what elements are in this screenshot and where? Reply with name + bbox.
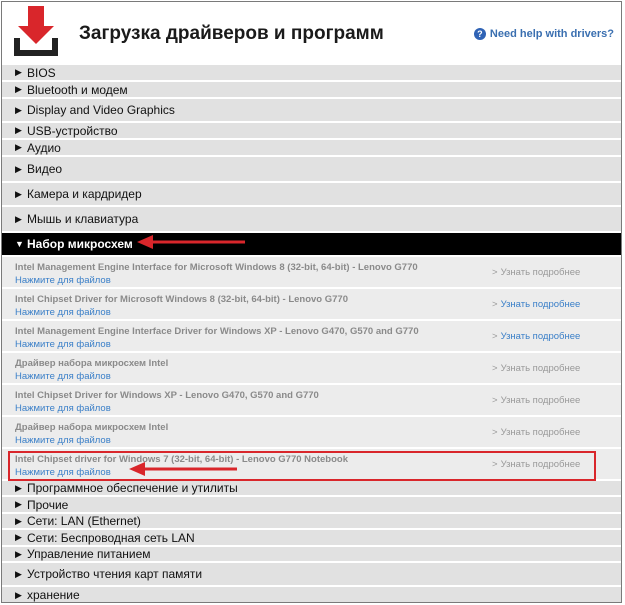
driver-item: Драйвер набора микросхем Intel Нажмите д… (2, 353, 621, 385)
learn-more-link[interactable]: > Узнать подробнее (492, 427, 580, 438)
category-label: Управление питанием (27, 547, 151, 561)
category-storage[interactable]: ▶ хранение (2, 587, 621, 602)
category-usb-device[interactable]: ▶ USB-устройство (2, 123, 621, 140)
chevron-right-icon: > (492, 395, 498, 406)
category-chipset-open[interactable]: ▼ Набор микросхем (2, 233, 621, 257)
driver-name: Intel Chipset Driver for Windows XP - Le… (15, 390, 319, 401)
chevron-right-icon: > (492, 299, 498, 310)
category-label: Устройство чтения карт памяти (27, 567, 203, 581)
driver-item: Драйвер набора микросхем Intel Нажмите д… (2, 417, 621, 449)
category-label: Набор микросхем (27, 237, 133, 251)
category-label: USB-устройство (27, 123, 118, 138)
learn-more-link[interactable]: > Узнать подробнее (492, 299, 580, 310)
expand-arrow-icon: ▶ (15, 67, 22, 77)
driver-name: Intel Chipset driver for Windows 7 (32-b… (15, 454, 348, 465)
collapse-arrow-icon: ▼ (15, 239, 24, 249)
expand-arrow-icon: ▶ (15, 84, 22, 94)
files-link[interactable]: Нажмите для файлов (15, 307, 111, 318)
expand-arrow-icon: ▶ (15, 532, 22, 542)
expand-arrow-icon: ▶ (15, 499, 22, 509)
learn-more-link[interactable]: > Узнать подробнее (492, 267, 580, 278)
chevron-right-icon: > (492, 427, 498, 438)
help-link-label: Need help with drivers? (489, 28, 614, 40)
expand-arrow-icon: ▶ (15, 125, 22, 135)
category-bios[interactable]: ▶ BIOS (2, 65, 621, 82)
learn-more-label: Узнать подробнее (500, 299, 581, 310)
category-label: Сети: Беспроводная сеть LAN (27, 530, 195, 545)
driver-name: Intel Management Engine Interface for Mi… (15, 262, 418, 273)
category-label: Bluetooth и модем (27, 82, 128, 97)
category-mouse-keyboard[interactable]: ▶ Мышь и клавиатура (2, 207, 621, 233)
driver-item: Intel Management Engine Interface for Mi… (2, 257, 621, 289)
learn-more-label: Узнать подробнее (500, 459, 581, 470)
learn-more-link[interactable]: > Узнать подробнее (492, 395, 580, 406)
chevron-right-icon: > (492, 267, 498, 278)
category-label: Камера и кардридер (27, 187, 142, 201)
category-label: Display and Video Graphics (27, 103, 175, 117)
category-wireless-lan[interactable]: ▶ Сети: Беспроводная сеть LAN (2, 530, 621, 547)
learn-more-link[interactable]: > Узнать подробнее (492, 331, 580, 342)
files-link[interactable]: Нажмите для файлов (15, 371, 111, 382)
expand-arrow-icon: ▶ (15, 482, 22, 493)
category-label: Аудио (27, 140, 61, 155)
expand-arrow-icon: ▶ (15, 163, 22, 174)
learn-more-label: Узнать подробнее (500, 267, 581, 278)
driver-name: Intel Management Engine Interface Driver… (15, 326, 419, 337)
expand-arrow-icon: ▶ (15, 213, 22, 224)
files-link[interactable]: Нажмите для файлов (15, 467, 111, 478)
question-icon: ? (473, 28, 486, 40)
files-link[interactable]: Нажмите для файлов (15, 403, 111, 414)
category-power-management[interactable]: ▶ Управление питанием (2, 547, 621, 563)
learn-more-label: Узнать подробнее (500, 427, 581, 438)
category-label: BIOS (27, 65, 56, 80)
page-title: Загрузка драйверов и программ (79, 23, 384, 44)
driver-category-list: ▶ BIOS ▶ Bluetooth и модем ▶ Display and Vi… (2, 65, 621, 602)
expand-arrow-icon: ▶ (15, 568, 22, 579)
category-lan-ethernet[interactable]: ▶ Сети: LAN (Ethernet) (2, 514, 621, 530)
category-label: хранение (27, 588, 80, 602)
category-label: Прочие (27, 497, 69, 512)
category-software-utilities[interactable]: ▶ Программное обеспечение и утилиты (2, 481, 621, 497)
category-other[interactable]: ▶ Прочие (2, 497, 621, 514)
chevron-right-icon: > (492, 459, 498, 470)
learn-more-link[interactable]: > Узнать подробнее (492, 459, 580, 470)
category-video[interactable]: ▶ Видео (2, 157, 621, 183)
files-link[interactable]: Нажмите для файлов (15, 339, 111, 350)
driver-item: Intel Chipset Driver for Microsoft Windo… (2, 289, 621, 321)
category-audio[interactable]: ▶ Аудио (2, 140, 621, 157)
driver-item-highlighted: Intel Chipset driver for Windows 7 (32-b… (2, 449, 621, 481)
learn-more-label: Узнать подробнее (500, 363, 581, 374)
expand-arrow-icon: ▶ (15, 104, 22, 115)
chevron-right-icon: > (492, 331, 498, 342)
category-label: Видео (27, 162, 63, 176)
learn-more-label: Узнать подробнее (500, 331, 581, 342)
expand-arrow-icon: ▶ (15, 548, 22, 559)
learn-more-link[interactable]: > Узнать подробнее (492, 363, 580, 374)
download-icon (14, 6, 58, 56)
learn-more-label: Узнать подробнее (500, 395, 581, 406)
driver-item: Intel Management Engine Interface Driver… (2, 321, 621, 353)
expand-arrow-icon: ▶ (15, 142, 22, 152)
expand-arrow-icon: ▶ (15, 589, 22, 600)
category-label: Программное обеспечение и утилиты (27, 481, 238, 495)
expand-arrow-icon: ▶ (15, 515, 22, 526)
files-link[interactable]: Нажмите для файлов (15, 275, 111, 286)
header: Загрузка драйверов и программ ? Need hel… (2, 2, 621, 65)
category-display-video-graphics[interactable]: ▶ Display and Video Graphics (2, 99, 621, 123)
driver-download-panel: Загрузка драйверов и программ ? Need hel… (1, 1, 622, 603)
category-label: Сети: LAN (Ethernet) (27, 514, 141, 528)
expand-arrow-icon: ▶ (15, 188, 22, 199)
category-label: Мышь и клавиатура (27, 212, 139, 226)
driver-item: Intel Chipset Driver for Windows XP - Le… (2, 385, 621, 417)
category-camera-cardreader[interactable]: ▶ Камера и кардридер (2, 183, 621, 207)
driver-name: Драйвер набора микросхем Intel (15, 422, 169, 433)
driver-name: Intel Chipset Driver for Microsoft Windo… (15, 294, 348, 305)
chevron-right-icon: > (492, 363, 498, 374)
category-bluetooth-modem[interactable]: ▶ Bluetooth и модем (2, 82, 621, 99)
driver-name: Драйвер набора микросхем Intel (15, 358, 169, 369)
help-link[interactable]: ? Need help with drivers? (473, 28, 614, 40)
files-link[interactable]: Нажмите для файлов (15, 435, 111, 446)
category-memory-card-reader[interactable]: ▶ Устройство чтения карт памяти (2, 563, 621, 587)
